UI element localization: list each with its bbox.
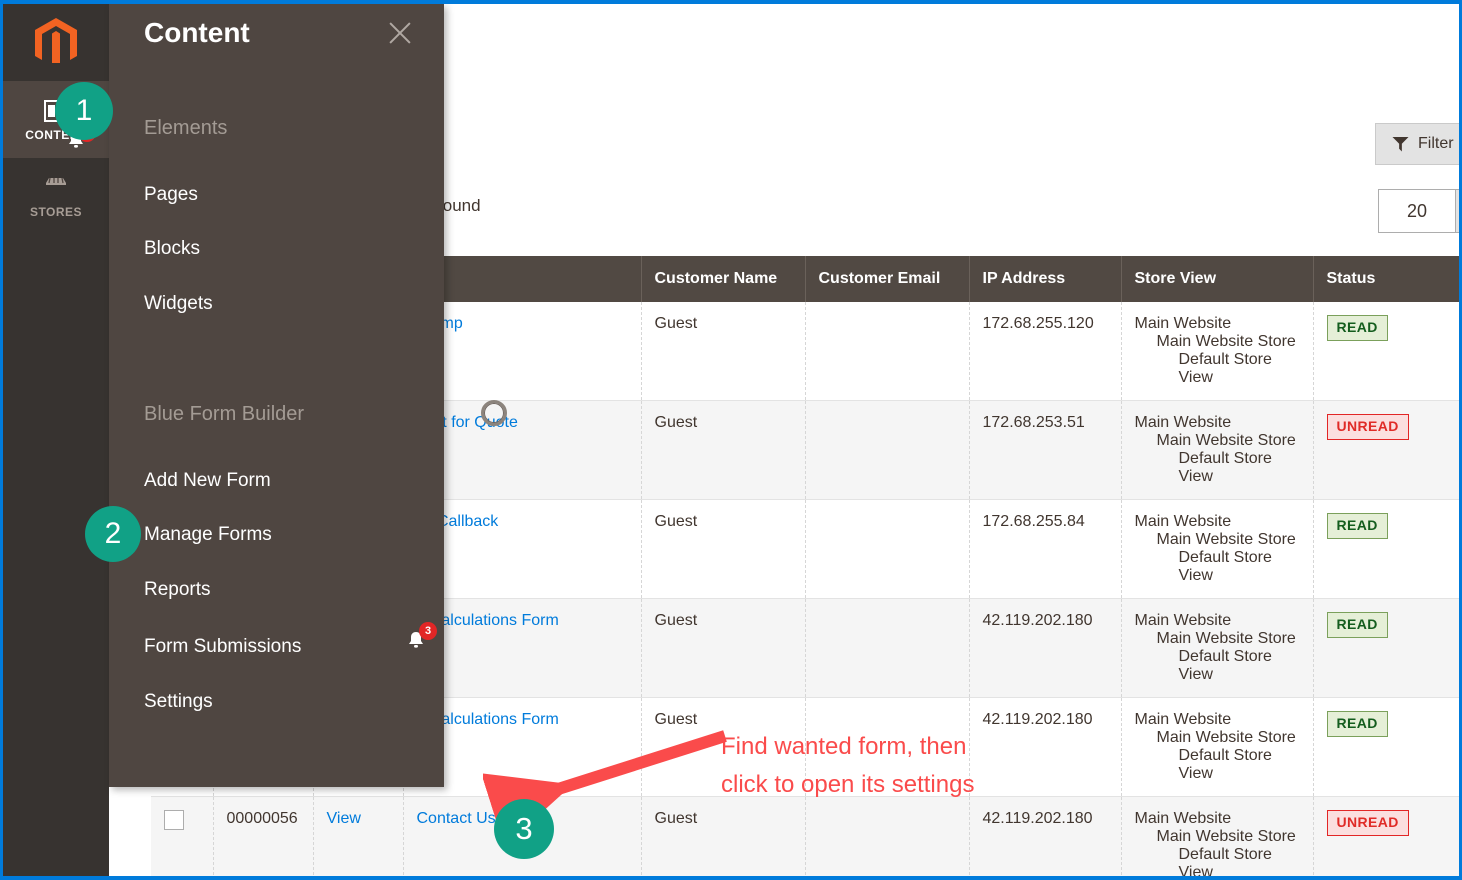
row-customer-email-cell	[805, 599, 969, 698]
view-link[interactable]: View	[327, 810, 361, 827]
row-customer-name-cell: Guest	[641, 401, 805, 500]
status-badge: READ	[1327, 711, 1388, 737]
row-store-view-cell: Main WebsiteMain Website StoreDefault St…	[1121, 302, 1313, 401]
funnel-icon	[1392, 137, 1409, 152]
row-ip-cell: 42.119.202.180	[969, 698, 1121, 797]
row-id-cell: 00000056	[213, 797, 313, 880]
form-submissions-badge: 3	[419, 622, 437, 640]
status-badge: READ	[1327, 315, 1388, 341]
annotation-text: Find wanted form, then click to open its…	[721, 728, 974, 805]
row-status-cell: READ	[1313, 500, 1462, 599]
sidebar-item-stores-label: STORES	[30, 205, 82, 219]
form-name-link[interactable]: Contact Us	[417, 810, 496, 827]
page-size-input[interactable]	[1379, 190, 1455, 232]
row-store-view-cell: Main WebsiteMain Website StoreDefault St…	[1121, 797, 1313, 880]
magento-logo-icon	[33, 18, 79, 68]
col-header-status[interactable]: Status	[1313, 256, 1462, 302]
flyout-title: Content	[144, 17, 250, 49]
menu-item-settings[interactable]: Settings	[144, 691, 213, 713]
col-header-customer-email[interactable]: Customer Email	[805, 256, 969, 302]
menu-item-widgets[interactable]: Widgets	[144, 293, 213, 315]
row-customer-name-cell: Guest	[641, 797, 805, 880]
annotation-line-2: click to open its settings	[721, 766, 974, 804]
row-ip-cell: 42.119.202.180	[969, 797, 1121, 880]
status-badge: UNREAD	[1327, 414, 1409, 440]
row-ip-cell: 172.68.255.120	[969, 302, 1121, 401]
menu-item-blocks[interactable]: Blocks	[144, 238, 200, 260]
store-website: Main Website	[1135, 612, 1300, 630]
step-marker-1: 1	[55, 82, 113, 140]
menu-item-pages[interactable]: Pages	[144, 184, 198, 206]
row-store-view-cell: Main WebsiteMain Website StoreDefault St…	[1121, 599, 1313, 698]
row-status-cell: UNREAD	[1313, 401, 1462, 500]
row-customer-name-cell: Guest	[641, 599, 805, 698]
content-flyout-menu: Content Elements Pages Blocks Widgets Bl…	[109, 4, 444, 787]
col-header-store-view[interactable]: Store View	[1121, 256, 1313, 302]
row-status-cell: READ	[1313, 698, 1462, 797]
row-ip-cell: 172.68.253.51	[969, 401, 1121, 500]
row-checkbox[interactable]	[164, 810, 184, 830]
page-size-chevron-down-icon[interactable]	[1455, 190, 1462, 232]
store-website: Main Website	[1135, 810, 1300, 828]
store-store: Main Website Store	[1135, 432, 1300, 450]
filters-button-label: Filter	[1418, 135, 1454, 153]
menu-item-manage-forms[interactable]: Manage Forms	[144, 524, 272, 546]
store-store: Main Website Store	[1135, 333, 1300, 351]
menu-item-add-new-form[interactable]: Add New Form	[144, 470, 271, 492]
menu-item-reports[interactable]: Reports	[144, 579, 211, 601]
menu-section-blue-form-builder: Blue Form Builder	[144, 403, 304, 426]
store-website: Main Website	[1135, 414, 1300, 432]
store-store: Main Website Store	[1135, 531, 1300, 549]
store-website: Main Website	[1135, 711, 1300, 729]
step-marker-2: 2	[85, 506, 141, 562]
row-store-view-cell: Main WebsiteMain Website StoreDefault St…	[1121, 500, 1313, 599]
store-store: Main Website Store	[1135, 630, 1300, 648]
row-ip-cell: 172.68.255.84	[969, 500, 1121, 599]
table-row: 00000056 View Contact Us Guest 42.119.202.18…	[151, 797, 1462, 880]
store-website: Main Website	[1135, 315, 1300, 333]
menu-item-form-submissions[interactable]: Form Submissions	[144, 636, 301, 658]
store-view: Default Store View	[1135, 549, 1300, 585]
status-badge: UNREAD	[1327, 810, 1409, 836]
store-website: Main Website	[1135, 513, 1300, 531]
form-submissions-notification: 3	[405, 630, 433, 652]
sidebar-item-stores[interactable]: STORES	[3, 158, 109, 235]
status-badge: READ	[1327, 513, 1388, 539]
magento-logo[interactable]	[3, 4, 109, 81]
row-ip-cell: 42.119.202.180	[969, 599, 1121, 698]
row-status-cell: READ	[1313, 599, 1462, 698]
page-size-control[interactable]	[1378, 189, 1462, 233]
row-checkbox-cell[interactable]	[151, 797, 213, 880]
row-customer-name-cell: Guest	[641, 500, 805, 599]
store-view: Default Store View	[1135, 747, 1300, 783]
spinner-icon	[481, 400, 507, 426]
row-customer-email-cell	[805, 302, 969, 401]
menu-section-elements: Elements	[144, 117, 227, 140]
row-customer-email-cell	[805, 797, 969, 880]
admin-screen: ons▾ 61 records found Filter m Customer …	[0, 0, 1462, 880]
store-store: Main Website Store	[1135, 828, 1300, 846]
store-icon	[43, 175, 69, 201]
row-view-cell[interactable]: View	[313, 797, 403, 880]
close-icon[interactable]	[383, 16, 417, 50]
col-header-customer-name[interactable]: Customer Name	[641, 256, 805, 302]
row-status-cell: UNREAD	[1313, 797, 1462, 880]
row-store-view-cell: Main WebsiteMain Website StoreDefault St…	[1121, 698, 1313, 797]
row-store-view-cell: Main WebsiteMain Website StoreDefault St…	[1121, 401, 1313, 500]
status-badge: READ	[1327, 612, 1388, 638]
store-view: Default Store View	[1135, 351, 1300, 387]
row-customer-email-cell	[805, 401, 969, 500]
step-marker-3: 3	[494, 799, 554, 859]
store-view: Default Store View	[1135, 648, 1300, 684]
row-customer-name-cell: Guest	[641, 302, 805, 401]
store-view: Default Store View	[1135, 846, 1300, 880]
annotation-line-1: Find wanted form, then	[721, 728, 974, 766]
store-view: Default Store View	[1135, 450, 1300, 486]
row-status-cell: READ	[1313, 302, 1462, 401]
row-customer-email-cell	[805, 500, 969, 599]
col-header-ip-address[interactable]: IP Address	[969, 256, 1121, 302]
store-store: Main Website Store	[1135, 729, 1300, 747]
filters-button[interactable]: Filter	[1375, 123, 1462, 165]
